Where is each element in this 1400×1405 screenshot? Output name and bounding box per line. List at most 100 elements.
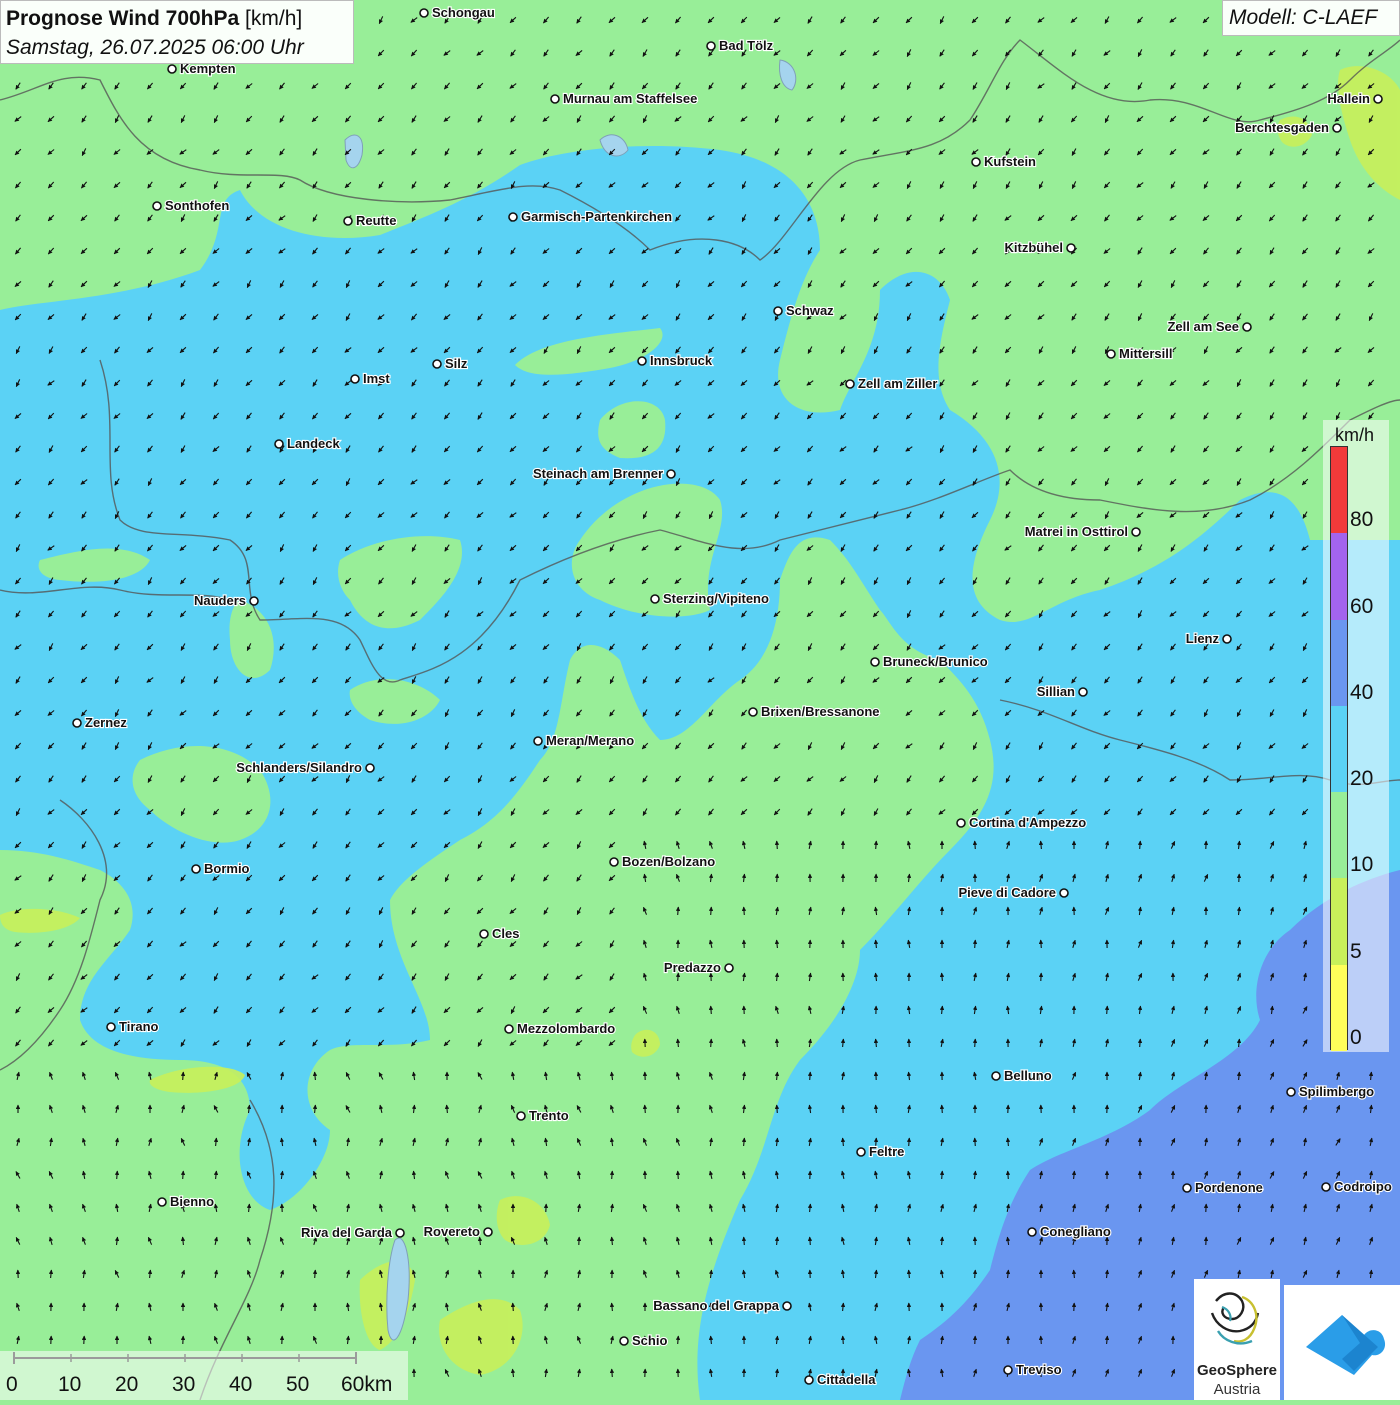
city-dot <box>1028 1228 1036 1236</box>
city-dot <box>107 1023 115 1031</box>
city-label: Hallein <box>1327 91 1370 106</box>
wind-arrow <box>975 1039 976 1047</box>
city-dot <box>517 1112 525 1120</box>
wind-arrow <box>975 1270 976 1278</box>
wind-arrow <box>711 1039 712 1047</box>
scalebar-labels: 0102030405060km <box>0 1373 408 1397</box>
city-pordenone: Pordenone <box>1183 1180 1263 1195</box>
city-dot <box>480 930 488 938</box>
scalebar-label: 0 <box>6 1373 18 1397</box>
wind-arrow <box>513 1303 514 1311</box>
city-conegliano: Conegliano <box>1028 1224 1111 1239</box>
wind-arrow <box>777 874 778 882</box>
city-sterzing-vipiteno: Sterzing/Vipiteno <box>651 591 769 606</box>
city-spilimbergo: Spilimbergo <box>1287 1084 1374 1099</box>
legend-label-40: 40 <box>1350 681 1373 705</box>
wind-arrow <box>1041 940 1042 948</box>
city-dot <box>992 1072 1000 1080</box>
city-label: Pordenone <box>1195 1180 1263 1195</box>
city-pieve-di-cadore: Pieve di Cadore <box>958 885 1068 900</box>
legend-label-80: 80 <box>1350 508 1373 532</box>
city-sonthofen: Sonthofen <box>153 198 229 213</box>
city-dot <box>972 158 980 166</box>
city-steinach-am-brenner: Steinach am Brenner <box>533 466 675 481</box>
city-label: Cortina d'Ampezzo <box>969 815 1086 830</box>
city-dot <box>509 213 517 221</box>
city-dot <box>1079 688 1087 696</box>
wind-arrow <box>678 907 679 915</box>
color-legend: km/h 051020406080 <box>1323 420 1389 1052</box>
city-label: Steinach am Brenner <box>533 466 663 481</box>
city-dot <box>1004 1366 1012 1374</box>
city-label: Tirano <box>119 1019 159 1034</box>
city-label: Rovereto <box>424 1224 480 1239</box>
forecast-datetime: Samstag, 26.07.2025 06:00 Uhr <box>6 36 304 60</box>
city-dot <box>250 597 258 605</box>
geosphere-name: GeoSphere <box>1194 1362 1280 1379</box>
geosphere-logo[interactable]: GeoSphere Austria <box>1194 1279 1280 1400</box>
city-dot <box>396 1229 404 1237</box>
city-label: Schongau <box>432 5 495 20</box>
city-zell-am-see: Zell am See <box>1167 319 1251 334</box>
city-dot <box>857 1148 865 1156</box>
city-dot <box>153 202 161 210</box>
wind-arrow <box>909 1138 910 1146</box>
map-title: Prognose Wind 700hPa [km/h] <box>6 7 302 31</box>
wind-arrow <box>810 1072 811 1080</box>
legend-swatch-10 <box>1331 792 1347 878</box>
scalebar-label: 50 <box>286 1373 309 1397</box>
geosphere-emblem-icon <box>1194 1279 1280 1359</box>
city-schlanders-silandro: Schlanders/Silandro <box>236 760 374 775</box>
city-dot <box>1067 244 1075 252</box>
wind-arrow <box>777 1039 778 1047</box>
city-label: Belluno <box>1004 1068 1052 1083</box>
city-label: Codroipo <box>1334 1179 1392 1194</box>
app-logo[interactable] <box>1284 1285 1400 1400</box>
model-label: Modell: C-LAEF <box>1229 6 1377 30</box>
city-dot <box>651 595 659 603</box>
city-label: Cles <box>492 926 519 941</box>
wind-arrow <box>777 841 778 849</box>
city-matrei-in-osttirol: Matrei in Osttirol <box>1025 524 1140 539</box>
city-dot <box>610 858 618 866</box>
city-dot <box>846 380 854 388</box>
city-label: Silz <box>445 356 468 371</box>
wind-arrow <box>315 1270 316 1278</box>
wind-arrow <box>744 907 745 915</box>
scalebar-label: 40 <box>229 1373 252 1397</box>
city-dot <box>73 719 81 727</box>
city-dot <box>534 737 542 745</box>
city-dot <box>725 964 733 972</box>
legend-swatch-20 <box>1331 706 1347 792</box>
city-label: Trento <box>529 1108 569 1123</box>
city-dot <box>420 9 428 17</box>
city-label: Kufstein <box>984 154 1036 169</box>
wind-arrow <box>777 1105 778 1113</box>
legend-swatch-0 <box>1331 965 1347 1051</box>
city-label: Schlanders/Silandro <box>236 760 362 775</box>
wind-arrow <box>612 1369 613 1377</box>
legend-label-0: 0 <box>1350 1026 1362 1050</box>
city-label: Predazzo <box>664 960 721 975</box>
city-label: Riva del Garda <box>301 1225 393 1240</box>
weather-app-icon <box>1284 1285 1400 1400</box>
city-dot <box>1183 1184 1191 1192</box>
city-dot <box>1333 124 1341 132</box>
title-panel: Prognose Wind 700hPa [km/h] Samstag, 26.… <box>0 0 354 64</box>
wind-arrow <box>810 1237 811 1245</box>
city-label: Lienz <box>1186 631 1220 646</box>
city-label: Treviso <box>1016 1362 1062 1377</box>
city-bozen-bolzano: Bozen/Bolzano <box>610 854 715 869</box>
city-zell-am-ziller: Zell am Ziller <box>846 376 937 391</box>
city-dot <box>1223 635 1231 643</box>
city-dot <box>351 375 359 383</box>
city-riva-del-garda: Riva del Garda <box>301 1225 404 1240</box>
wind-arrow <box>678 1171 679 1179</box>
model-panel: Modell: C-LAEF <box>1222 0 1400 36</box>
legend-label-5: 5 <box>1350 940 1362 964</box>
city-label: Murnau am Staffelsee <box>563 91 697 106</box>
city-dot <box>275 440 283 448</box>
city-garmisch-partenkirchen: Garmisch-Partenkirchen <box>509 209 672 224</box>
wind-arrow <box>975 1138 976 1146</box>
city-dot <box>805 1376 813 1384</box>
